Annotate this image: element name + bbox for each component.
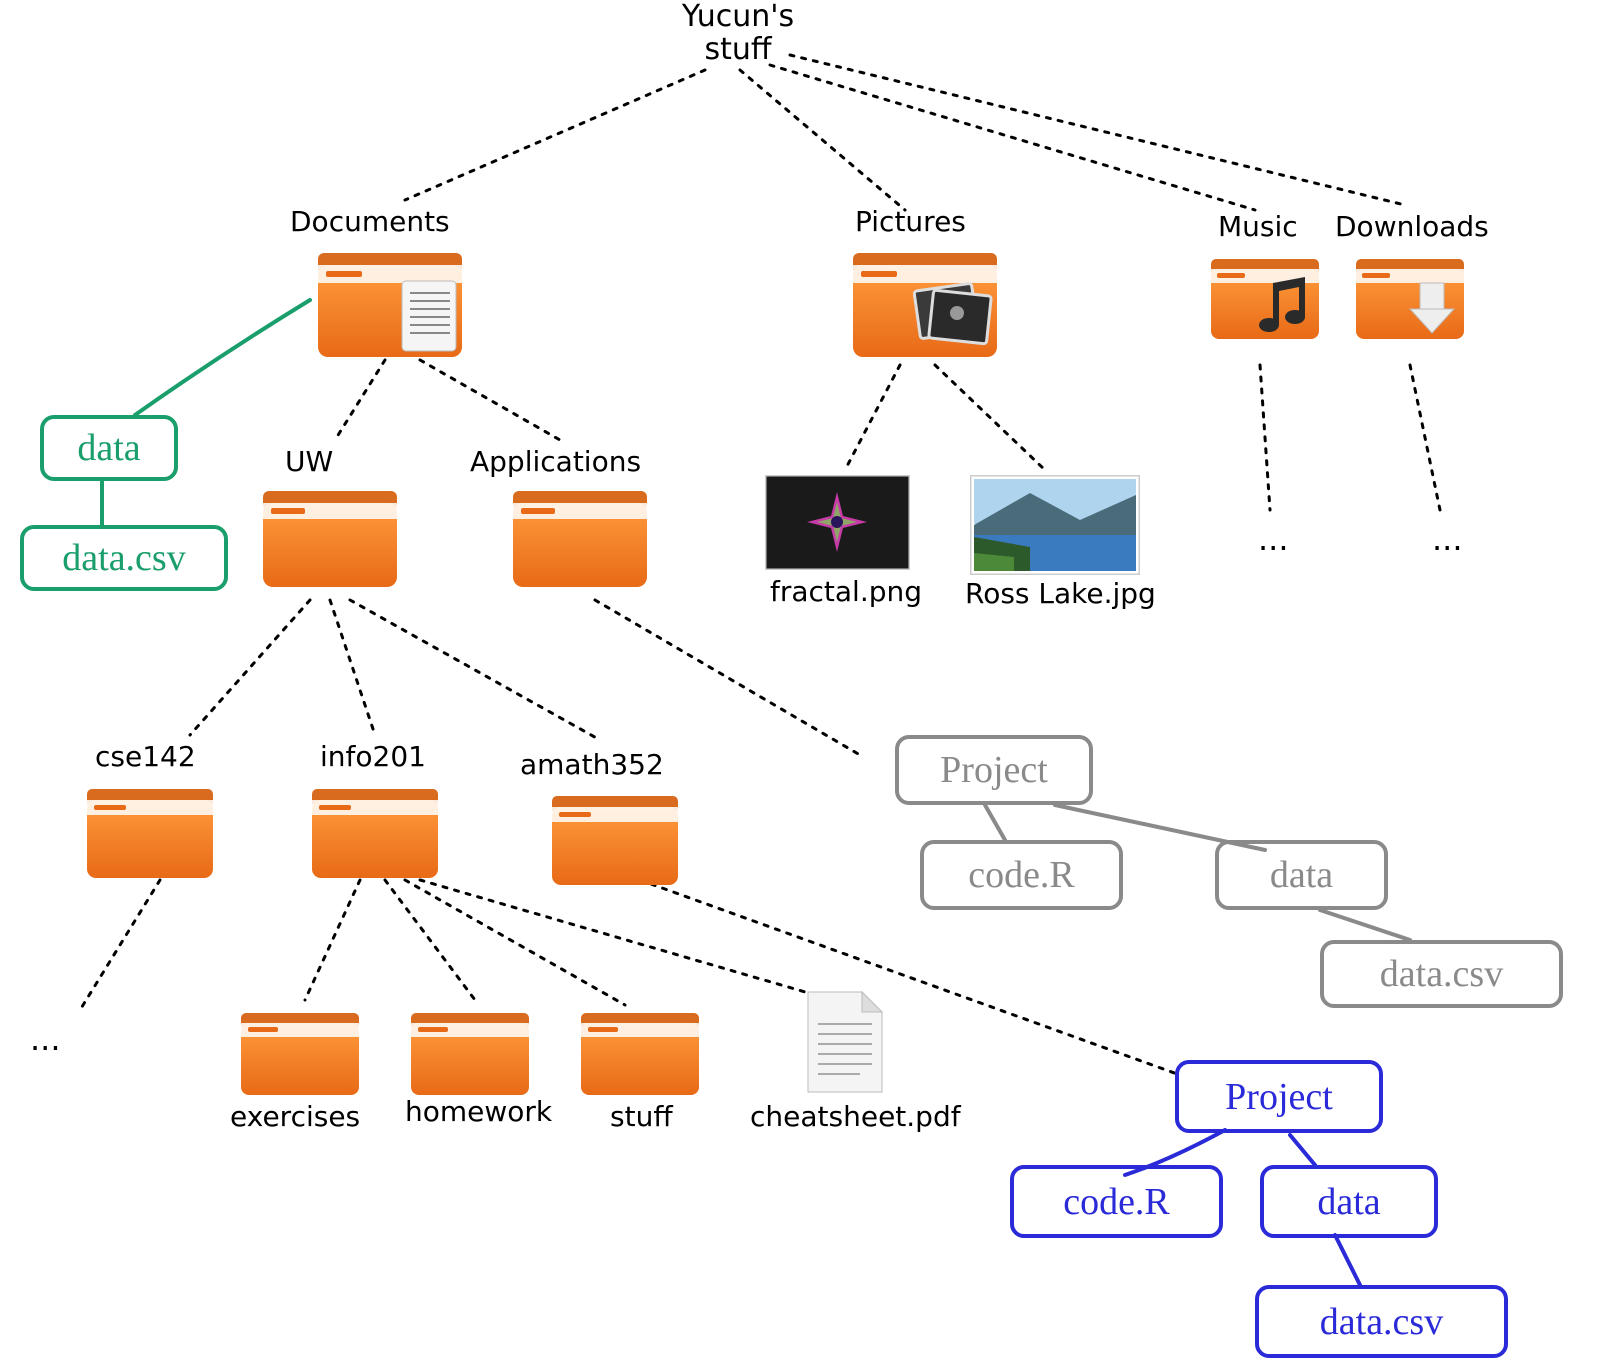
pictures-folder-icon (845, 235, 1005, 369)
blue-datacsv-box: data.csv (1255, 1285, 1508, 1358)
cheatsheet-file-icon (800, 988, 890, 1102)
connectors-layer (0, 0, 1606, 1369)
cse142-folder-icon (80, 775, 220, 889)
downloads-label: Downloads (1335, 210, 1489, 243)
info201-label: info201 (320, 740, 426, 773)
music-label: Music (1218, 210, 1298, 243)
fractal-thumbnail (765, 475, 910, 574)
root-title: Yucun's stuff (648, 0, 828, 66)
rosslake-thumbnail (970, 475, 1140, 579)
gray-code-box: code.R (920, 840, 1123, 910)
downloads-folder-icon (1350, 245, 1470, 349)
green-data-box: data (40, 415, 178, 481)
applications-folder-icon (505, 475, 655, 599)
exercises-folder-icon (235, 1000, 365, 1104)
music-folder-icon (1205, 245, 1325, 349)
ellipsis-downloads: ... (1432, 520, 1463, 558)
gray-data-box: data (1215, 840, 1388, 910)
uw-label: UW (285, 445, 333, 478)
green-datacsv-box: data.csv (20, 525, 228, 591)
ellipsis-music: ... (1258, 520, 1289, 558)
blue-code-box: code.R (1010, 1165, 1223, 1238)
cse142-label: cse142 (95, 740, 196, 773)
stuff-folder-icon (575, 1000, 705, 1104)
exercises-label: exercises (230, 1100, 360, 1133)
pictures-label: Pictures (855, 205, 966, 238)
uw-folder-icon (255, 475, 405, 599)
fractal-label: fractal.png (770, 575, 922, 608)
gray-datacsv-box: data.csv (1320, 940, 1563, 1008)
homework-label: homework (405, 1095, 552, 1128)
info201-folder-icon (305, 775, 445, 889)
stuff-label: stuff (610, 1100, 673, 1133)
ellipsis-cse142: ... (30, 1020, 61, 1058)
documents-label: Documents (290, 205, 450, 238)
cheatsheet-label: cheatsheet.pdf (750, 1100, 961, 1133)
rosslake-label: Ross Lake.jpg (965, 577, 1156, 610)
blue-project-box: Project (1175, 1060, 1383, 1133)
amath352-label: amath352 (520, 748, 664, 781)
applications-label: Applications (470, 445, 641, 478)
homework-folder-icon (405, 1000, 535, 1104)
documents-folder-icon (310, 235, 470, 369)
amath352-folder-icon (545, 782, 685, 896)
blue-data-box: data (1260, 1165, 1438, 1238)
gray-project-box: Project (895, 735, 1093, 805)
